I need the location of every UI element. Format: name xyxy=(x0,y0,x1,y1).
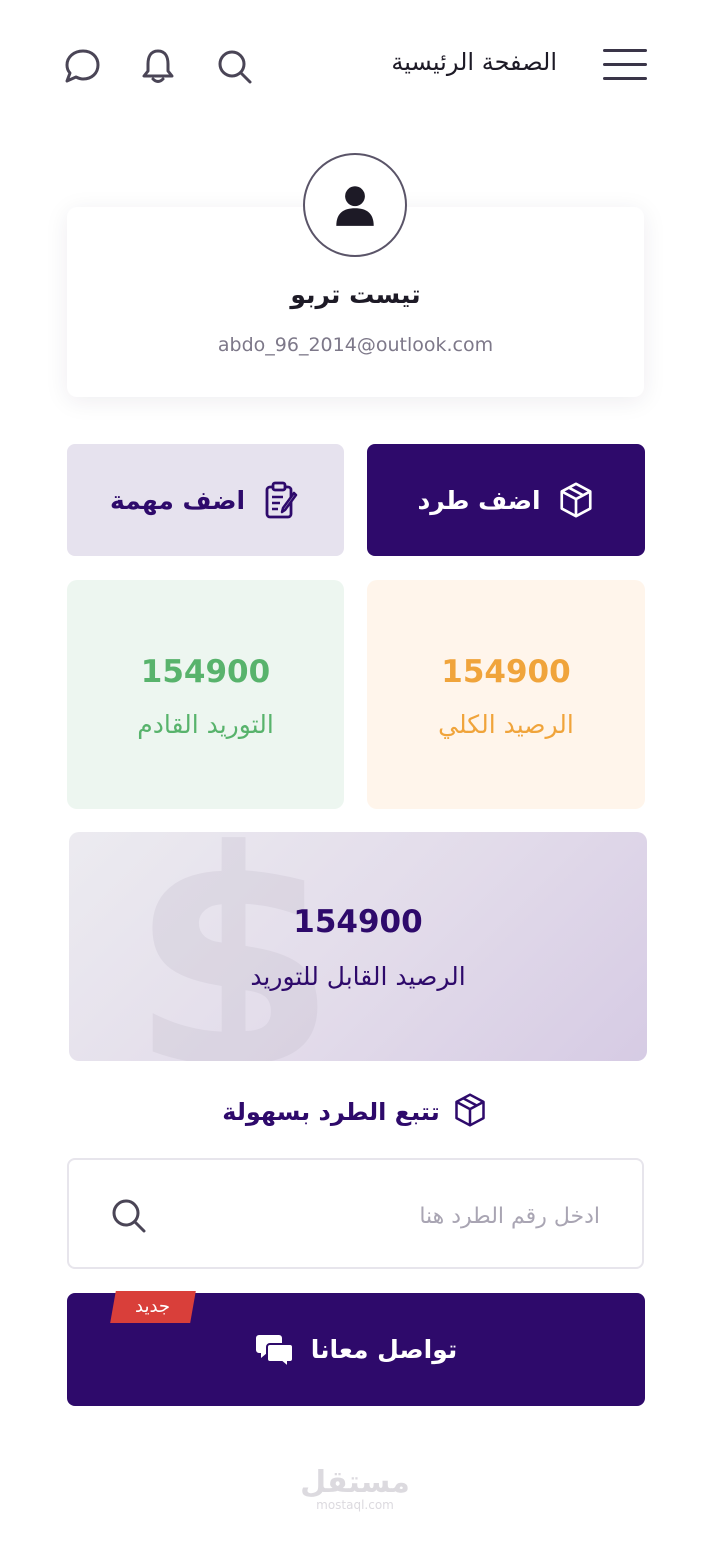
page-title: الصفحة الرئيسية xyxy=(391,48,557,76)
chat-icon[interactable] xyxy=(62,46,102,86)
tracking-input[interactable] xyxy=(169,1190,602,1242)
search-icon[interactable] xyxy=(108,1195,148,1235)
user-icon xyxy=(336,186,374,226)
add-task-button[interactable]: اضف مهمة xyxy=(67,444,344,556)
profile-email: abdo_96_2014@outlook.com xyxy=(217,334,494,356)
tracking-title-label: تتبع الطرد بسهولة xyxy=(222,1098,440,1126)
add-parcel-label: اضف طرد xyxy=(417,485,541,515)
add-parcel-button[interactable]: اضف طرد xyxy=(367,444,645,556)
available-balance-label: الرصيد القابل للتوريد xyxy=(250,962,466,991)
box-icon xyxy=(557,481,595,519)
box-icon xyxy=(452,1092,488,1134)
upcoming-supply-value: 154900 xyxy=(140,654,271,690)
dollar-icon: $ xyxy=(129,832,338,1061)
contact-us-label: تواصل معانا xyxy=(310,1335,458,1364)
tracking-field xyxy=(67,1158,644,1269)
available-balance-card: $ 154900 الرصيد القابل للتوريد xyxy=(69,832,647,1061)
upcoming-supply-card: 154900 التوريد القادم xyxy=(67,580,344,809)
avatar[interactable] xyxy=(303,153,407,257)
upcoming-supply-label: التوريد القادم xyxy=(137,710,274,739)
chat-bubbles-icon xyxy=(255,1330,295,1370)
new-badge: جديد xyxy=(110,1291,196,1323)
profile-name: تيست تربو xyxy=(290,280,421,309)
search-icon[interactable] xyxy=(214,46,254,86)
bell-icon[interactable] xyxy=(138,46,178,86)
watermark-logo: مستقل mostaql.com xyxy=(300,1465,410,1513)
add-task-label: اضف مهمة xyxy=(109,485,246,515)
total-balance-value: 154900 xyxy=(441,654,571,690)
tracking-title: تتبع الطرد بسهولة xyxy=(0,1092,710,1134)
menu-icon[interactable] xyxy=(603,49,647,81)
clipboard-icon xyxy=(261,480,301,520)
total-balance-card: 154900 الرصيد الكلي xyxy=(367,580,645,809)
available-balance-value: 154900 xyxy=(293,904,423,940)
total-balance-label: الرصيد الكلي xyxy=(438,710,574,739)
